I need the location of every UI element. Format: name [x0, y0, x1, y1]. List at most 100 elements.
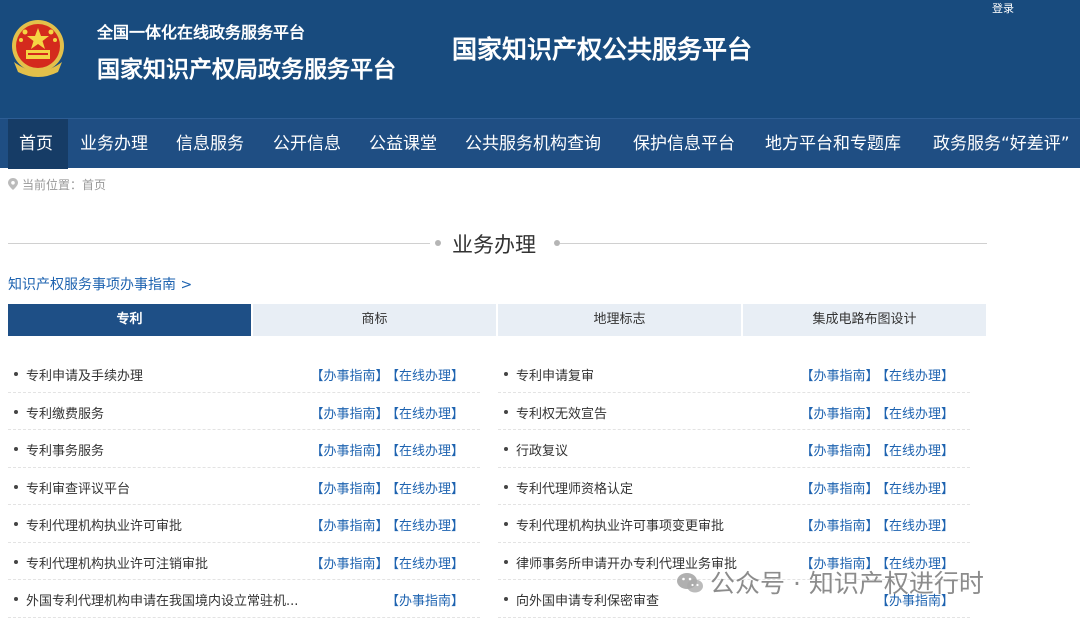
nav-item-local-platform[interactable]: 地方平台和专题库 [765, 119, 901, 169]
list-item-label[interactable]: 专利申请复审 [516, 365, 594, 384]
section-divider-left [8, 243, 430, 244]
list-item: 专利申请及手续办理 【办事指南】 【在线办理】 [8, 355, 480, 393]
list-item-label[interactable]: 专利申请及手续办理 [26, 365, 143, 384]
watermark: 公众号 · 知识产权进行时 [676, 564, 984, 598]
nav-item-home[interactable]: 首页 [8, 119, 68, 169]
nav-item-protection-platform[interactable]: 保护信息平台 [633, 119, 735, 169]
bullet-icon [504, 372, 508, 376]
site-header: 全国一体化在线政务服务平台 国家知识产权局政务服务平台 国家知识产权公共服务平台… [0, 0, 1080, 118]
list-item: 专利权无效宣告 【办事指南】 【在线办理】 [498, 393, 970, 430]
list-item-label[interactable]: 专利代理师资格认定 [516, 478, 633, 497]
list-item-actions: 【办事指南】 【在线办理】 [310, 403, 464, 422]
list-item-actions: 【办事指南】 【在线办理】 [310, 365, 464, 384]
list-item-label[interactable]: 专利事务服务 [26, 440, 104, 459]
main-title[interactable]: 国家知识产权局政务服务平台 [97, 50, 396, 84]
bullet-icon [504, 484, 508, 489]
nav-item-public-class[interactable]: 公益课堂 [369, 119, 437, 169]
bullet-icon [504, 559, 508, 564]
list-item: 专利代理机构执业许可审批 【办事指南】 【在线办理】 [8, 505, 480, 543]
guide-link[interactable]: 【办事指南】 [310, 369, 388, 384]
list-item-label[interactable]: 行政复议 [516, 440, 568, 459]
tab-trademark[interactable]: 商标 [253, 304, 496, 336]
list-item-actions: 【办事指南】 【在线办理】 [800, 403, 954, 422]
guide-link[interactable]: 【办事指南】 [800, 444, 878, 459]
list-item: 专利代理机构执业许可注销审批 【办事指南】 【在线办理】 [8, 543, 480, 580]
online-link[interactable]: 【在线办理】 [392, 482, 464, 497]
breadcrumb: 当前位置：首页 [8, 176, 106, 193]
section-title: 业务办理 [452, 233, 536, 257]
list-item-label[interactable]: 外国专利代理机构申请在我国境内设立常驻机... [26, 590, 298, 609]
tab-geographical-indication[interactable]: 地理标志 [498, 304, 741, 336]
list-item: 专利申请复审 【办事指南】 【在线办理】 [498, 355, 970, 393]
list-item-actions: 【办事指南】 【在线办理】 [800, 440, 954, 459]
nav-item-business[interactable]: 业务办理 [80, 119, 148, 169]
online-link[interactable]: 【在线办理】 [392, 407, 464, 422]
bullet-icon [14, 597, 18, 601]
list-item-actions: 【办事指南】 【在线办理】 [310, 478, 464, 497]
list-item-label[interactable]: 专利审查评议平台 [26, 478, 130, 497]
bullet-icon [14, 372, 18, 376]
list-item: 外国专利代理机构申请在我国境内设立常驻机... 【办事指南】 [8, 580, 480, 618]
bullet-icon [14, 409, 18, 414]
breadcrumb-text: 当前位置：首页 [22, 178, 107, 192]
list-item: 专利审查评议平台 【办事指南】 【在线办理】 [8, 468, 480, 505]
watermark-text: 公众号 · 知识产权进行时 [710, 569, 984, 598]
section-divider-right [560, 243, 987, 244]
list-item-actions: 【办事指南】 [386, 590, 464, 609]
online-link[interactable]: 【在线办理】 [392, 369, 464, 384]
guide-link[interactable]: 【办事指南】 [800, 482, 878, 497]
nav-item-agency-query[interactable]: 公共服务机构查询 [465, 119, 601, 169]
main-nav: 首页 业务办理 信息服务 公开信息 公益课堂 公共服务机构查询 保护信息平台 地… [0, 118, 1080, 169]
online-link[interactable]: 【在线办理】 [882, 444, 954, 459]
list-item-actions: 【办事指南】 【在线办理】 [310, 440, 464, 459]
online-link[interactable]: 【在线办理】 [392, 557, 464, 572]
bullet-icon [14, 447, 18, 451]
online-link[interactable]: 【在线办理】 [882, 519, 954, 534]
bullet-icon [504, 522, 508, 526]
list-item: 专利事务服务 【办事指南】 【在线办理】 [8, 430, 480, 468]
public-title[interactable]: 国家知识产权公共服务平台 [452, 30, 752, 66]
nav-item-evaluation[interactable]: 政务服务“好差评” [933, 119, 1070, 169]
bullet-icon [14, 559, 18, 564]
guide-link[interactable]: 【办事指南】 [800, 369, 878, 384]
bullet-icon [504, 447, 508, 451]
online-link[interactable]: 【在线办理】 [392, 444, 464, 459]
list-item-label[interactable]: 专利代理机构执业许可注销审批 [26, 553, 208, 572]
guide-link[interactable]: 【办事指南】 [310, 444, 388, 459]
list-item-label[interactable]: 向外国申请专利保密审查 [516, 590, 659, 609]
location-pin-icon [8, 178, 18, 190]
list-item: 行政复议 【办事指南】 【在线办理】 [498, 430, 970, 468]
list-item-label[interactable]: 专利权无效宣告 [516, 403, 607, 422]
category-tabs: 专利 商标 地理标志 集成电路布图设计 [8, 304, 986, 336]
tab-patent[interactable]: 专利 [8, 304, 251, 336]
online-link[interactable]: 【在线办理】 [392, 519, 464, 534]
login-link[interactable]: 登录 [992, 0, 1014, 16]
list-item-label[interactable]: 专利代理机构执业许可审批 [26, 515, 182, 534]
service-guide-link[interactable]: 知识产权服务事项办事指南 > [8, 274, 192, 294]
section-dot-left [435, 240, 441, 246]
bullet-icon [14, 484, 18, 489]
bullet-icon [504, 597, 508, 601]
national-emblem-icon [12, 20, 64, 77]
list-item-label[interactable]: 专利缴费服务 [26, 403, 104, 422]
list-item-actions: 【办事指南】 【在线办理】 [800, 478, 954, 497]
list-item: 专利代理师资格认定 【办事指南】 【在线办理】 [498, 468, 970, 505]
online-link[interactable]: 【在线办理】 [882, 369, 954, 384]
sub-title: 全国一体化在线政务服务平台 [97, 23, 306, 42]
nav-item-public-info[interactable]: 公开信息 [273, 119, 341, 169]
guide-link[interactable]: 【办事指南】 [310, 482, 388, 497]
guide-link[interactable]: 【办事指南】 [310, 557, 388, 572]
tab-ic-layout-design[interactable]: 集成电路布图设计 [743, 304, 986, 336]
bullet-icon [504, 409, 508, 414]
guide-link[interactable]: 【办事指南】 [310, 519, 388, 534]
list-item: 专利缴费服务 【办事指南】 【在线办理】 [8, 393, 480, 430]
wechat-icon [677, 573, 703, 593]
guide-link[interactable]: 【办事指南】 [800, 407, 878, 422]
guide-link[interactable]: 【办事指南】 [386, 594, 464, 609]
guide-link[interactable]: 【办事指南】 [800, 519, 878, 534]
guide-link[interactable]: 【办事指南】 [310, 407, 388, 422]
online-link[interactable]: 【在线办理】 [882, 482, 954, 497]
list-item-label[interactable]: 专利代理机构执业许可事项变更审批 [516, 515, 724, 534]
nav-item-info-service[interactable]: 信息服务 [176, 119, 244, 169]
online-link[interactable]: 【在线办理】 [882, 407, 954, 422]
